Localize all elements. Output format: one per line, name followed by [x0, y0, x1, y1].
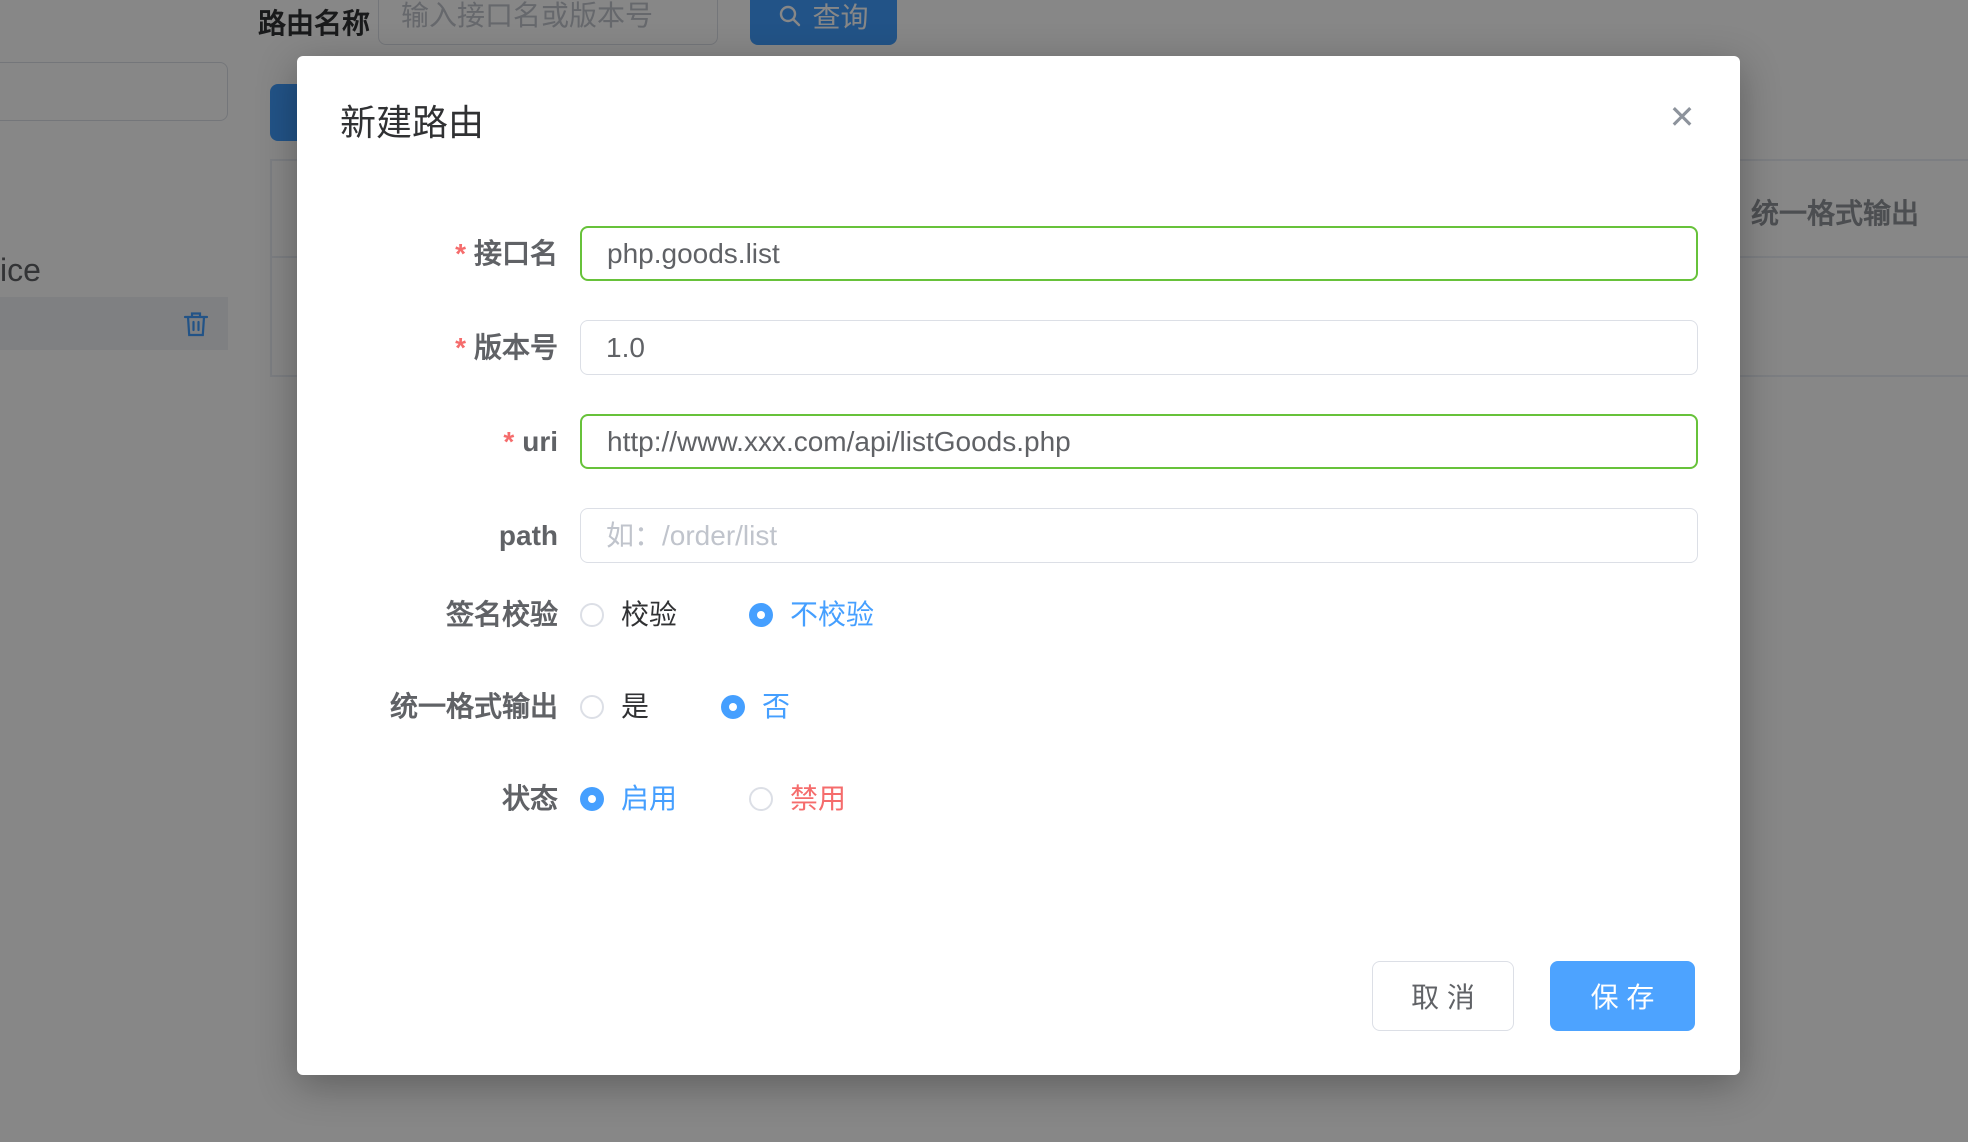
- form-row-path: path: [297, 508, 1698, 563]
- form-row-interface-name: * 接口名: [297, 226, 1698, 281]
- required-asterisk: *: [455, 332, 466, 363]
- new-route-dialog: 新建路由 ✕ *接口名 *版本号 *u: [297, 56, 1740, 1075]
- form-row-version: * 版本号: [297, 320, 1698, 375]
- path-input[interactable]: [580, 508, 1698, 563]
- form-row-unified-output: 统一格式输出 是 否: [297, 694, 1698, 720]
- status-label: 状态: [297, 786, 558, 812]
- dialog-footer: 取 消 保 存: [1372, 961, 1695, 1031]
- uri-input[interactable]: [580, 414, 1698, 469]
- close-icon[interactable]: ✕: [1657, 92, 1707, 142]
- radio-disable[interactable]: 禁用: [749, 786, 846, 812]
- radio-yes[interactable]: 是: [580, 694, 649, 720]
- form-row-status: 状态 启用 禁用: [297, 786, 1698, 812]
- radio-enable[interactable]: 启用: [580, 786, 677, 812]
- radio-verify[interactable]: 校验: [580, 602, 677, 628]
- unified-output-label: 统一格式输出: [297, 694, 558, 720]
- version-label: 版本号: [474, 332, 558, 363]
- interface-name-input[interactable]: [580, 226, 1698, 281]
- dialog-title: 新建路由: [340, 94, 484, 146]
- required-asterisk: *: [503, 426, 514, 457]
- interface-name-label: 接口名: [474, 238, 558, 269]
- version-input[interactable]: [580, 320, 1698, 375]
- form-row-sign-verify: 签名校验 校验 不校验: [297, 602, 1698, 628]
- sign-verify-label: 签名校验: [297, 602, 558, 628]
- page-background: 路由名称 查询 ice 统一格式输出 新建路由 ✕: [0, 0, 1968, 1142]
- radio-no-verify[interactable]: 不校验: [749, 602, 874, 628]
- radio-unchecked-icon: [580, 603, 604, 627]
- cancel-button[interactable]: 取 消: [1372, 961, 1514, 1031]
- radio-checked-icon: [721, 695, 745, 719]
- radio-checked-icon: [749, 603, 773, 627]
- required-asterisk: *: [455, 238, 466, 269]
- uri-label: uri: [522, 426, 558, 457]
- new-route-form: * 接口名 * 版本号 * uri: [297, 226, 1698, 878]
- radio-unchecked-icon: [580, 695, 604, 719]
- save-button[interactable]: 保 存: [1550, 961, 1695, 1031]
- form-row-uri: * uri: [297, 414, 1698, 469]
- radio-checked-icon: [580, 787, 604, 811]
- path-label: path: [499, 520, 558, 551]
- radio-unchecked-icon: [749, 787, 773, 811]
- radio-no[interactable]: 否: [721, 694, 790, 720]
